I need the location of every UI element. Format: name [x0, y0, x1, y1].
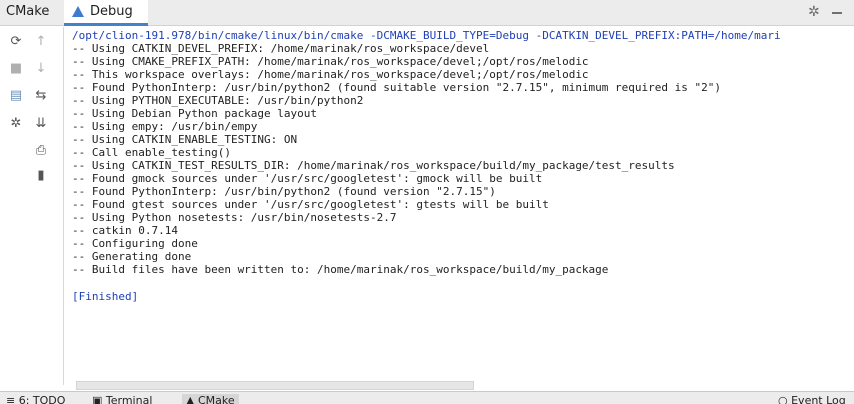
console-line: -- Found PythonInterp: /usr/bin/python2 … — [72, 185, 496, 198]
scroll-to-end-icon[interactable]: ⇊ — [31, 113, 51, 133]
print-icon[interactable]: ⎙ — [31, 140, 51, 160]
console-line: -- Build files have been written to: /ho… — [72, 263, 609, 276]
tool-window-header: CMake Debug ✲ — [0, 0, 854, 26]
console-line: -- Using Debian Python package layout — [72, 107, 318, 120]
console-toolbar: ⟳ ↑ ■ ↓ ▤ ⇆ ✲ ⇊ ⎙ ▮ — [0, 27, 64, 385]
console-command-line: /opt/clion-191.978/bin/cmake/linux/bin/c… — [72, 29, 781, 42]
minimize-icon[interactable] — [832, 12, 842, 14]
horizontal-scrollbar[interactable] — [76, 381, 474, 390]
console-line: -- This workspace overlays: /home/marina… — [72, 68, 589, 81]
console-line: -- Using CATKIN_ENABLE_TESTING: ON — [72, 133, 298, 146]
arrow-down-icon[interactable]: ↓ — [31, 58, 51, 78]
console-line: -- Configuring done — [72, 237, 198, 250]
console-line: -- Using empy: /usr/bin/empy — [72, 120, 258, 133]
gear-icon[interactable]: ✲ — [6, 113, 26, 133]
console-finished-line: [Finished] — [72, 290, 139, 303]
tool-window-title: CMake — [6, 4, 50, 19]
cmake-tab-label: CMake — [197, 394, 235, 404]
console-line: -- Using CMAKE_PREFIX_PATH: /home/marina… — [72, 55, 589, 68]
tab-debug[interactable]: Debug — [64, 0, 148, 26]
terminal-tab-label: Terminal — [105, 394, 153, 404]
arrow-up-icon[interactable]: ↑ — [31, 31, 51, 51]
trash-icon[interactable]: ▮ — [31, 165, 51, 185]
console-line: -- Using CATKIN_DEVEL_PREFIX: /home/mari… — [72, 42, 490, 55]
bottom-tool-bar: ≡ 6: TODO ▣ Terminal ▲ CMake ○ Event Log — [0, 391, 854, 404]
console-line: -- Generating done — [72, 250, 192, 263]
console-line: -- Using PYTHON_EXECUTABLE: /usr/bin/pyt… — [72, 94, 364, 107]
soft-wrap-icon[interactable]: ⇆ — [31, 85, 51, 105]
cmake-tab[interactable]: ▲ CMake — [182, 394, 239, 404]
console-line: -- catkin 0.7.14 — [72, 224, 178, 237]
todo-tab-label: 6: TODO — [18, 394, 66, 404]
console-line: -- Call enable_testing() — [72, 146, 231, 159]
reload-icon[interactable]: ⟳ — [6, 31, 26, 51]
todo-tab[interactable]: ≡ 6: TODO — [6, 394, 65, 404]
console-line: -- Using CATKIN_TEST_RESULTS_DIR: /home/… — [72, 159, 675, 172]
console-line: -- Found gmock sources under '/usr/src/g… — [72, 172, 543, 185]
tab-debug-label: Debug — [90, 4, 133, 19]
console-line: -- Using Python nosetests: /usr/bin/nose… — [72, 211, 397, 224]
console-line: -- Found PythonInterp: /usr/bin/python2 … — [72, 81, 722, 94]
cmake-triangle-icon — [72, 6, 84, 17]
console-output[interactable]: /opt/clion-191.978/bin/cmake/linux/bin/c… — [72, 29, 854, 385]
stop-icon[interactable]: ■ — [6, 58, 26, 78]
event-log-tab-label: Event Log — [791, 394, 846, 404]
terminal-tab[interactable]: ▣ Terminal — [92, 394, 152, 404]
event-log-tab[interactable]: ○ Event Log — [778, 394, 846, 404]
gear-icon[interactable]: ✲ — [808, 4, 820, 20]
console-line: -- Found gtest sources under '/usr/src/g… — [72, 198, 549, 211]
cmake-cache-icon[interactable]: ▤ — [6, 85, 26, 105]
